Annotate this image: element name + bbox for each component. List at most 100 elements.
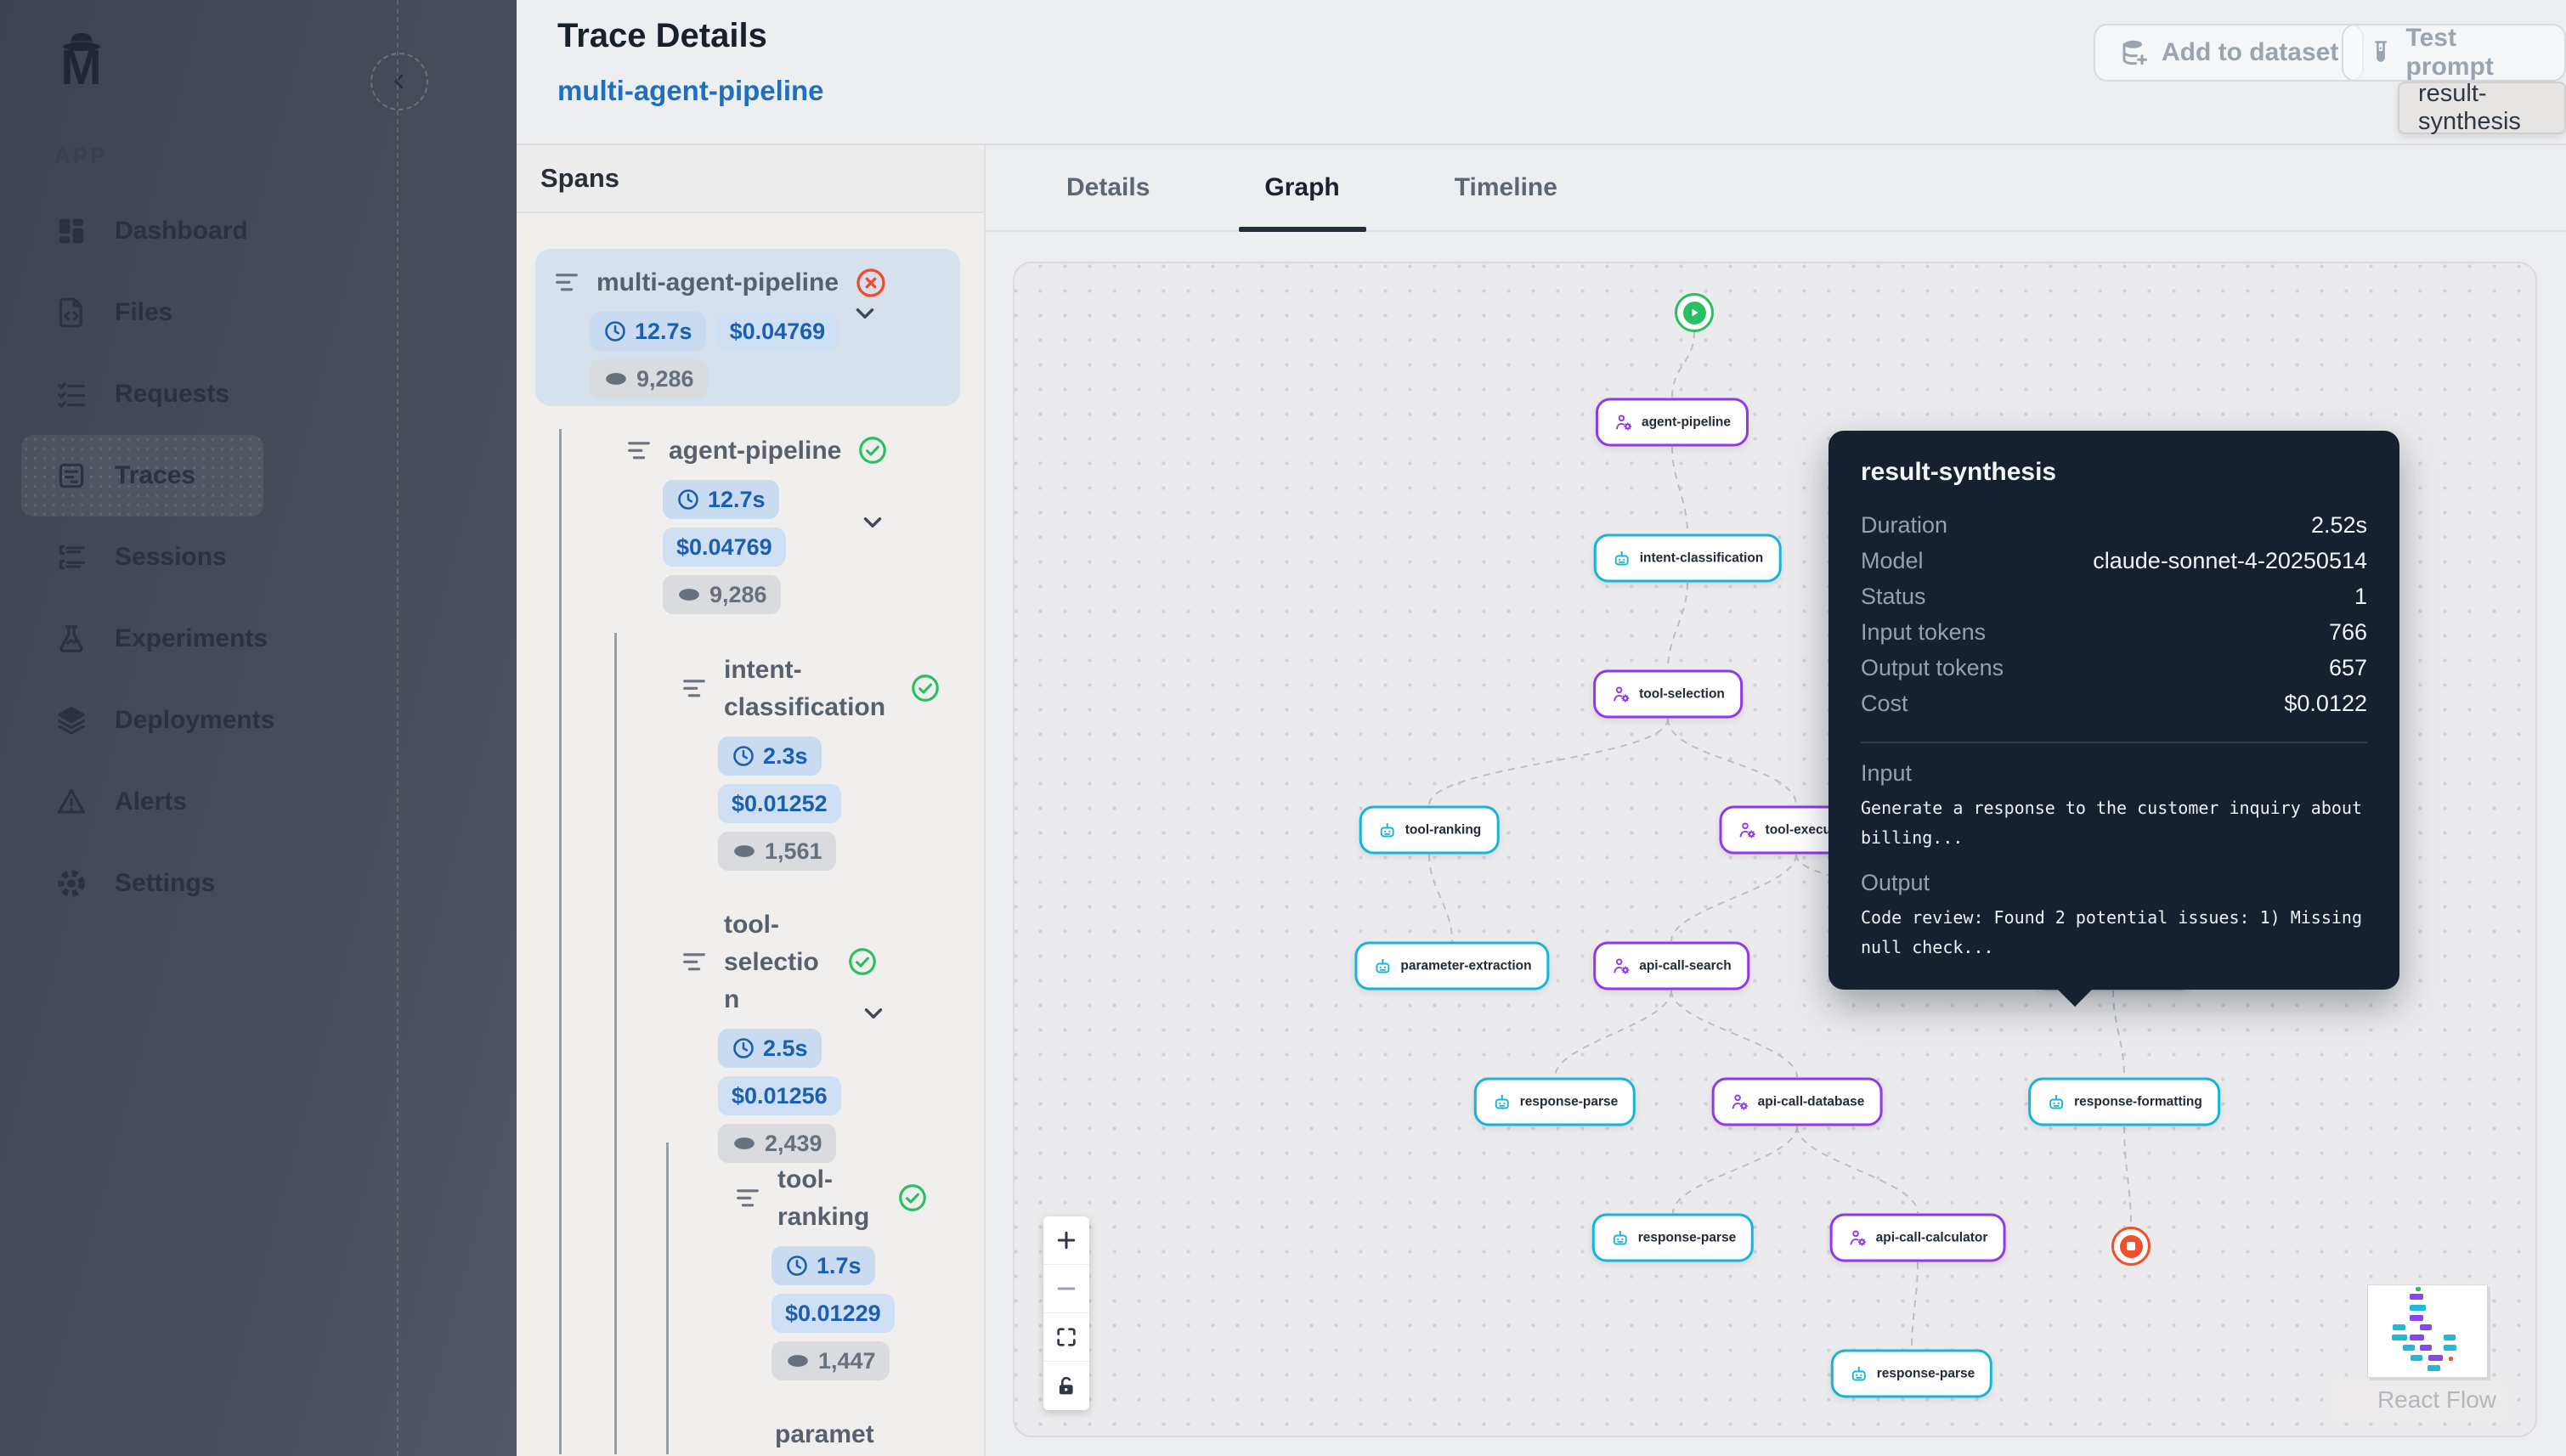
sidebar-item-traces[interactable]: Traces [21, 435, 263, 516]
graph-node-agent-pipeline[interactable]: agent-pipeline [1596, 398, 1749, 447]
duration-badge: 12.7s [590, 312, 706, 351]
detail-tabs: Details Graph Timeline [986, 145, 2566, 232]
cost-badge: $0.01256 [718, 1076, 841, 1115]
sidebar-collapse-button[interactable] [370, 53, 428, 110]
graph-node-api-call-database[interactable]: api-call-database [1712, 1078, 1883, 1126]
cost-badge: $0.04769 [663, 528, 786, 567]
lock-button[interactable] [1043, 1362, 1089, 1410]
tab-graph[interactable]: Graph [1264, 145, 1339, 230]
node-label: tool-selection [1639, 686, 1725, 702]
robot-icon [2046, 1092, 2066, 1112]
chevron-down-icon[interactable] [851, 299, 879, 328]
tokens-badge: 1,561 [718, 832, 836, 871]
tooltip-row: Input tokens766 [1861, 614, 2367, 650]
graph-node-tool-ranking[interactable]: tool-ranking [1359, 806, 1500, 855]
span-row-intent-classification[interactable]: intent-classification 2.3s $0.01252 1,56… [680, 652, 943, 871]
sidebar-item-alerts[interactable]: Alerts [0, 761, 517, 843]
graph-node-response-parse-1[interactable]: response-parse [1474, 1078, 1636, 1126]
tab-details[interactable]: Details [1066, 145, 1150, 230]
sidebar-item-experiments[interactable]: Experiments [0, 598, 517, 680]
node-label: api-call-search [1639, 958, 1732, 973]
minimap-node [2420, 1324, 2432, 1330]
graph-node-intent-classification[interactable]: intent-classification [1594, 534, 1782, 583]
span-name: agent-pipeline [669, 432, 841, 470]
sidebar-item-files[interactable]: Files [0, 272, 517, 353]
span-tree-icon [552, 268, 581, 297]
graph-node-tool-selection[interactable]: tool-selection [1593, 670, 1743, 719]
graph-end-node[interactable] [2111, 1227, 2151, 1266]
agent-gear-icon [1611, 684, 1631, 704]
span-row-agent-pipeline[interactable]: agent-pipeline 12.7s $0.04769 9,286 [625, 432, 890, 614]
graph-node-response-parse-3[interactable]: response-parse [1831, 1350, 1992, 1398]
fit-view-icon [1054, 1325, 1078, 1349]
session-list-icon [55, 541, 88, 573]
clock-icon [732, 1036, 755, 1060]
graph-start-node[interactable] [1675, 293, 1714, 332]
edge [1668, 719, 1796, 805]
trace-graph-canvas[interactable]: agent-pipeline intent-classification too… [1013, 262, 2537, 1437]
graph-node-api-call-search[interactable]: api-call-search [1593, 942, 1749, 990]
zoom-out-button[interactable] [1043, 1265, 1089, 1313]
robot-icon [1377, 820, 1398, 840]
sidebar-item-label: Requests [115, 380, 229, 409]
span-row-multi-agent-pipeline[interactable]: multi-agent-pipeline 12.7s $0.04769 9,28… [535, 249, 960, 406]
graph-controls [1043, 1216, 1089, 1410]
minimap-node [2393, 1324, 2405, 1330]
minimap-node [2410, 1294, 2423, 1300]
minimap-node [2420, 1345, 2432, 1351]
span-row-tool-selection[interactable]: tool-selection 2.5s $0.01256 2,439 [680, 906, 896, 1163]
node-label: tool-ranking [1405, 822, 1482, 838]
minimap-node [2416, 1287, 2421, 1291]
tooltip-row: Status1 [1861, 578, 2367, 614]
minimap-node [2403, 1345, 2415, 1351]
sidebar-item-requests[interactable]: Requests [0, 353, 517, 435]
span-row-parameter-extraction[interactable]: parameter-extraction [731, 1416, 887, 1454]
sidebar-item-deployments[interactable]: Deployments [0, 680, 517, 761]
minimap-node [2449, 1357, 2453, 1361]
tree-guide-line [614, 633, 617, 1454]
clock-icon [676, 488, 700, 511]
sidebar-section-label: APP [54, 143, 107, 169]
chevron-left-icon [387, 70, 411, 93]
add-to-dataset-button[interactable]: Add to dataset [2094, 24, 2364, 82]
sidebar-item-sessions[interactable]: Sessions [0, 516, 517, 598]
chevron-down-icon[interactable] [858, 508, 887, 537]
tooltip-row: Cost$0.0122 [1861, 686, 2367, 721]
robot-icon [1492, 1092, 1512, 1112]
node-label: intent-classification [1640, 550, 1764, 566]
graph-node-response-parse-2[interactable]: response-parse [1592, 1214, 1754, 1262]
graph-node-parameter-extraction[interactable]: parameter-extraction [1354, 942, 1549, 990]
edge [2124, 1126, 2131, 1227]
graph-node-api-call-calculator[interactable]: api-call-calculator [1830, 1214, 2006, 1262]
sidebar-item-dashboard[interactable]: Dashboard [0, 190, 517, 272]
node-label: response-parse [1520, 1094, 1618, 1109]
app-root: M APP Dashboard Files Requests Traces [0, 0, 2566, 1456]
minimap-canvas[interactable] [2367, 1284, 2488, 1378]
span-name: parameter-extraction [775, 1416, 887, 1454]
agent-gear-icon [1738, 820, 1758, 840]
trace-name-link[interactable]: multi-agent-pipeline [557, 75, 824, 107]
graph-node-response-formatting[interactable]: response-formatting [2028, 1078, 2220, 1126]
zoom-in-button[interactable] [1043, 1216, 1089, 1265]
database-plus-icon [2119, 37, 2150, 68]
cost-badge: $0.01252 [718, 784, 841, 823]
spans-tree: multi-agent-pipeline 12.7s $0.04769 9,28… [517, 213, 984, 1454]
cost-badge: $0.04769 [716, 312, 839, 351]
node-hover-label: result-synthesis [2398, 82, 2566, 134]
robot-icon [1849, 1363, 1869, 1384]
sidebar-item-label: Experiments [115, 624, 268, 653]
span-row-tool-ranking[interactable]: tool-ranking 1.7s $0.01229 1,447 [733, 1161, 950, 1380]
edge [1429, 719, 1668, 805]
chevron-down-icon[interactable] [859, 999, 888, 1028]
tab-timeline[interactable]: Timeline [1455, 145, 1557, 230]
trace-card-icon [55, 460, 88, 492]
test-prompt-button[interactable]: Test prompt [2342, 24, 2566, 82]
sidebar-item-settings[interactable]: Settings [0, 843, 517, 924]
node-tooltip: result-synthesis Duration2.52s Modelclau… [1828, 431, 2399, 990]
tokens-badge: 9,286 [663, 575, 781, 614]
span-tree-icon [733, 1184, 762, 1213]
robot-icon [1610, 1227, 1631, 1248]
minimap-node [2392, 1335, 2407, 1340]
fit-view-button[interactable] [1043, 1313, 1089, 1362]
duration-badge: 12.7s [663, 480, 779, 519]
